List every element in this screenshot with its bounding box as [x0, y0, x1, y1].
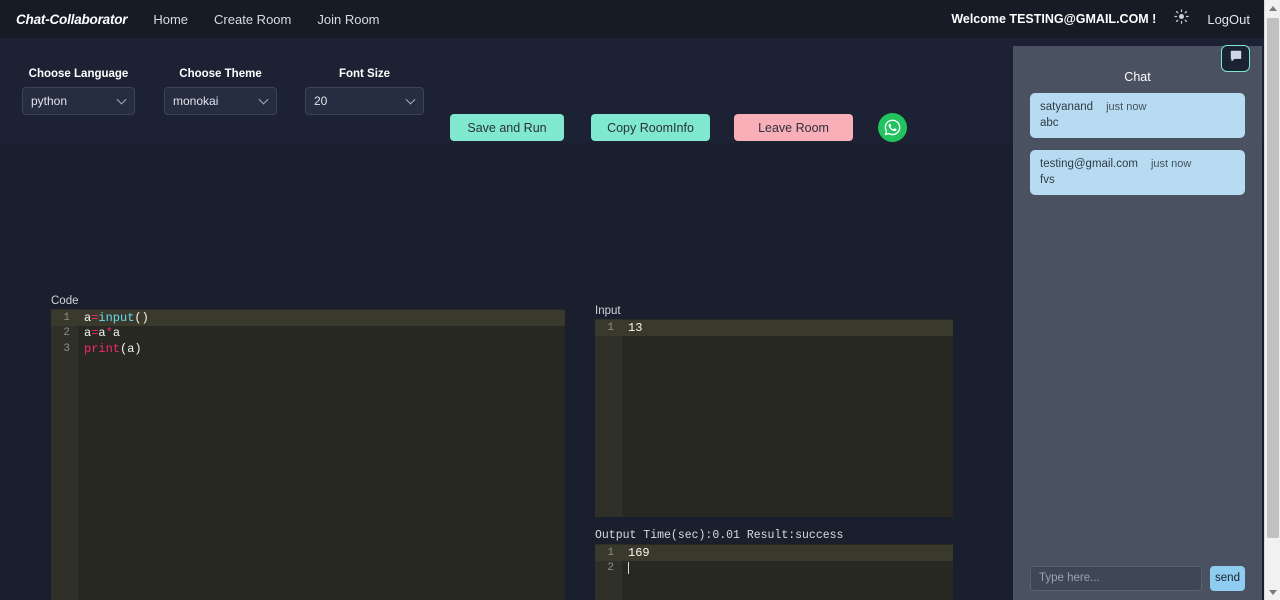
page-scrollbar[interactable] — [1264, 0, 1280, 600]
whatsapp-icon[interactable] — [878, 113, 907, 142]
language-field: Choose Language python — [22, 68, 135, 115]
input-line[interactable]: 1 13 — [595, 320, 953, 336]
theme-value: monokai — [173, 94, 219, 108]
chat-message-user: testing@gmail.com — [1040, 158, 1138, 170]
input-editor[interactable]: 1 13 — [595, 319, 953, 517]
line-number: 3 — [63, 342, 70, 355]
chat-input-row: send — [1013, 565, 1262, 591]
theme-select[interactable]: monokai — [164, 87, 277, 115]
copy-roominfo-button[interactable]: Copy RoomInfo — [591, 114, 710, 141]
output-line[interactable]: 1 169 — [595, 545, 953, 561]
code-lines: 1 a=input() 2 a=a*a 3 print(a) — [51, 309, 565, 357]
line-content: print(a) — [84, 341, 142, 356]
chat-message-time: just now — [1106, 101, 1147, 113]
chat-message-user: satyanand — [1040, 101, 1094, 113]
chat-message-header: testing@gmail.com just now — [1040, 158, 1235, 170]
scroll-down-arrow-icon[interactable] — [1265, 584, 1280, 600]
chat-message-input[interactable] — [1030, 565, 1202, 591]
chat-message-body: abc — [1040, 117, 1059, 129]
chat-message-list[interactable]: satyanand just now abc testing@gmail.com… — [1013, 93, 1262, 561]
line-content: 169 — [628, 545, 650, 560]
line-number: 2 — [607, 562, 614, 575]
language-value: python — [31, 94, 68, 108]
font-size-select[interactable]: 20 — [305, 87, 424, 115]
nav-link-home[interactable]: Home — [153, 12, 188, 27]
save-and-run-button[interactable]: Save and Run — [450, 114, 564, 141]
output-editor[interactable]: 1 169 2 — [595, 544, 953, 600]
language-select[interactable]: python — [22, 87, 135, 115]
line-content: a=a*a — [84, 326, 121, 341]
chat-toggle-button[interactable] — [1221, 45, 1250, 72]
sun-icon[interactable] — [1174, 9, 1190, 29]
input-gutter — [595, 319, 622, 517]
font-size-field: Font Size 20 — [305, 68, 424, 115]
navbar-right-group: Welcome TESTING@GMAIL.COM ! LogOut — [951, 9, 1250, 29]
code-editor[interactable]: 1 a=input() 2 a=a*a 3 print(a) — [51, 309, 565, 600]
output-line[interactable]: 2 — [595, 561, 953, 577]
scrollbar-thumb[interactable] — [1267, 18, 1279, 538]
chat-message-time: just now — [1150, 158, 1192, 170]
chat-message-header: satyanand just now — [1040, 101, 1235, 113]
chat-message-body: fvs — [1040, 174, 1055, 186]
logout-button[interactable]: LogOut — [1207, 12, 1250, 27]
theme-label: Choose Theme — [179, 68, 262, 80]
theme-field: Choose Theme monokai — [164, 68, 277, 115]
font-size-value: 20 — [314, 94, 328, 108]
output-status-label: Output Time(sec):0.01 Result:success — [595, 529, 844, 542]
text-cursor — [628, 562, 629, 575]
code-line[interactable]: 1 a=input() — [51, 310, 565, 326]
chevron-down-icon — [116, 94, 127, 105]
line-number: 2 — [63, 327, 70, 340]
chat-bubble-icon — [1229, 49, 1243, 68]
language-label: Choose Language — [28, 68, 129, 80]
input-lines: 1 13 — [595, 319, 953, 336]
scroll-up-arrow-icon[interactable] — [1265, 0, 1280, 16]
line-number: 1 — [607, 546, 614, 559]
nav-link-join-room[interactable]: Join Room — [317, 12, 379, 27]
code-line[interactable]: 2 a=a*a — [51, 326, 565, 342]
line-number: 1 — [63, 311, 70, 324]
line-content — [622, 561, 629, 575]
send-message-button[interactable]: send — [1210, 565, 1245, 591]
leave-room-button[interactable]: Leave Room — [734, 114, 853, 141]
chat-panel: Chat satyanand just now abc testing@gmai… — [1013, 46, 1262, 600]
chat-title: Chat — [1124, 70, 1151, 84]
code-line[interactable]: 3 print(a) — [51, 341, 565, 357]
output-lines: 1 169 2 — [595, 544, 953, 576]
top-navbar: Chat-Collaborator Home Create Room Join … — [0, 0, 1264, 38]
app-brand-logo[interactable]: Chat-Collaborator — [16, 12, 128, 27]
welcome-message: Welcome TESTING@GMAIL.COM ! — [951, 12, 1157, 26]
nav-link-create-room[interactable]: Create Room — [214, 12, 291, 27]
line-content: a=input() — [84, 310, 149, 325]
chevron-down-icon — [405, 94, 416, 105]
line-number: 1 — [607, 321, 614, 334]
code-panel-label: Code — [51, 295, 79, 307]
font-size-label: Font Size — [338, 68, 391, 80]
chat-message: testing@gmail.com just now fvs — [1030, 150, 1245, 195]
input-panel-label: Input — [595, 305, 621, 317]
chevron-down-icon — [258, 94, 269, 105]
line-content: 13 — [628, 320, 643, 335]
chat-message: satyanand just now abc — [1030, 93, 1245, 138]
